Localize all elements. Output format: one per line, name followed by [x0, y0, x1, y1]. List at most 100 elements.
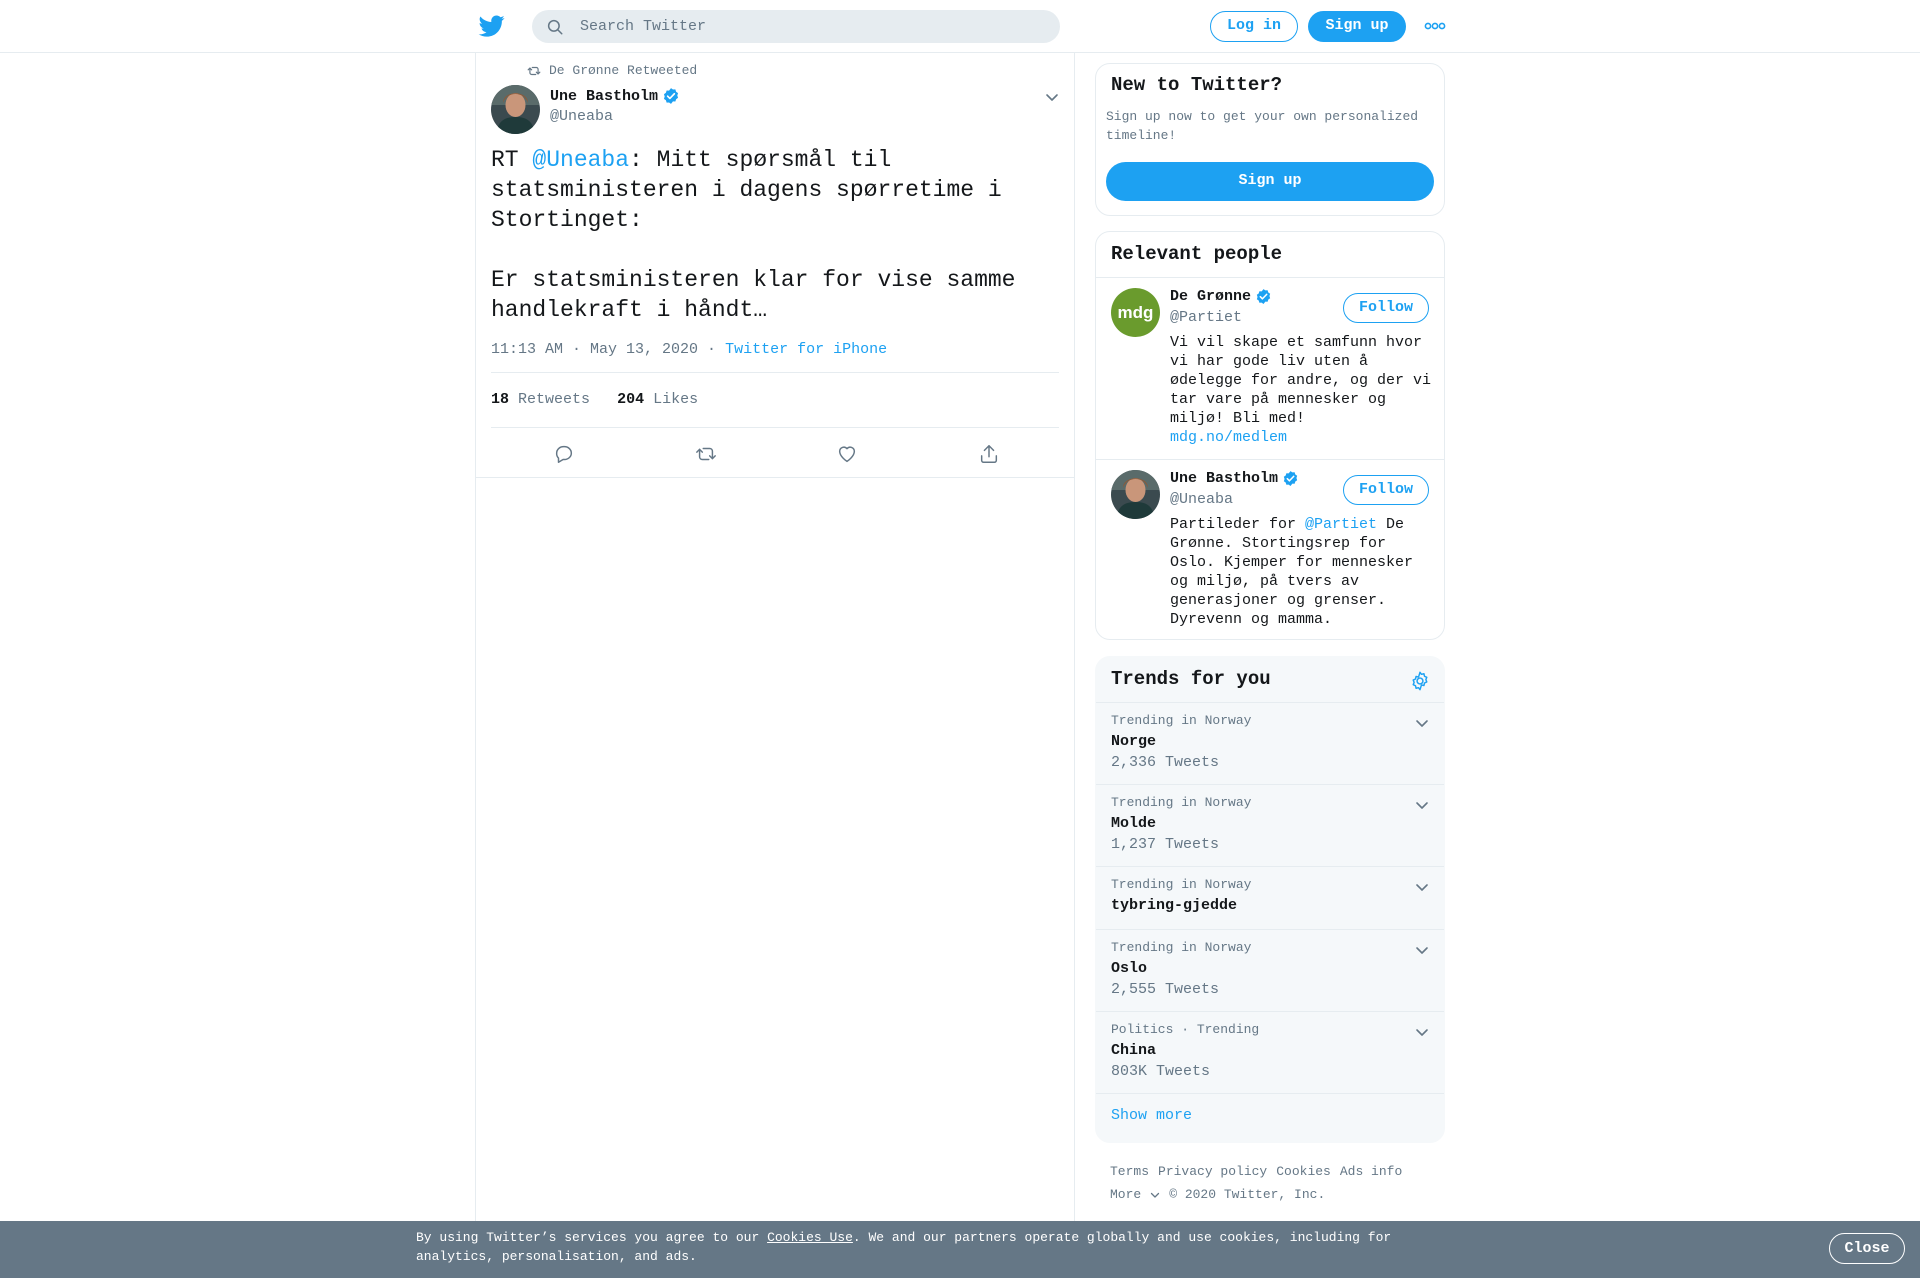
chevron-down-icon[interactable] [1150, 1190, 1160, 1200]
reply-icon[interactable] [553, 443, 575, 465]
person-name[interactable]: Une Bastholm [1170, 470, 1299, 487]
like-heart-icon[interactable] [836, 443, 858, 465]
login-button[interactable]: Log in [1210, 11, 1298, 42]
show-more-link[interactable]: Show more [1111, 1107, 1192, 1124]
settings-gear-icon[interactable] [1409, 670, 1431, 692]
footer-adsinfo-link[interactable]: Ads info [1340, 1164, 1402, 1179]
tweet-text-body: : Mitt spørsmål til statsministeren i da… [491, 147, 1016, 323]
relevant-people-title: Relevant people [1111, 243, 1283, 265]
footer-links: Terms Privacy policy Cookies Ads info More ©… [1110, 1160, 1450, 1206]
cookie-consent-bar: By using Twitter’s services you agree to… [0, 1221, 1920, 1278]
footer-more-link[interactable]: More [1110, 1187, 1160, 1202]
chevron-down-icon[interactable] [1414, 1024, 1430, 1040]
person-bio: Vi vil skape et samfunn hvor vi har gode… [1170, 333, 1432, 447]
trend-name[interactable]: Norge [1111, 733, 1156, 750]
person-card-uneaba[interactable]: Une Bastholm @Uneaba Follow Partileder f… [1096, 460, 1444, 639]
person-name[interactable]: De Grønne [1170, 288, 1272, 305]
tweet-text: RT @Uneaba: Mitt spørsmål til statsminis… [491, 145, 1051, 325]
trend-tweet-count: 2,555 Tweets [1111, 981, 1220, 998]
person-handle[interactable]: @Uneaba [1170, 491, 1233, 508]
tweet-detail-column: De Grønne Retweeted Une Bastholm @Uneaba… [475, 53, 1075, 1221]
chevron-down-icon[interactable] [1044, 89, 1060, 105]
signup-button[interactable]: Sign up [1308, 11, 1406, 42]
likes-label[interactable]: Likes [653, 391, 698, 408]
trend-item[interactable]: Trending in Norway Oslo 2,555 Tweets [1096, 930, 1444, 1012]
tweet-meta: 11:13 AM · May 13, 2020 · Twitter for iP… [491, 341, 887, 358]
follow-button[interactable]: Follow [1343, 475, 1429, 505]
more-options-icon[interactable] [1424, 20, 1446, 32]
sidebar-signup-button[interactable]: Sign up [1106, 162, 1434, 201]
search-bar[interactable] [532, 10, 1060, 43]
avatar-degronne[interactable]: mdg [1111, 288, 1160, 337]
trend-tweet-count: 1,237 Tweets [1111, 836, 1220, 853]
chevron-down-icon[interactable] [1414, 797, 1430, 813]
footer-terms-link[interactable]: Terms [1110, 1164, 1149, 1179]
retweet-small-icon [527, 66, 541, 75]
trend-context: Politics · Trending [1111, 1022, 1260, 1037]
search-input[interactable] [580, 10, 1040, 43]
cookie-text: By using Twitter’s services you agree to… [416, 1228, 1416, 1266]
retweets-label[interactable]: Retweets [518, 391, 590, 408]
trend-item[interactable]: Trending in Norway tybring-gjedde [1096, 867, 1444, 930]
tweet-mention-link[interactable]: @Uneaba [532, 147, 629, 173]
cookies-use-link[interactable]: Cookies Use [767, 1230, 853, 1245]
relevant-people-card: Relevant people mdg De Grønne @Partiet F… [1095, 231, 1445, 640]
retweets-count[interactable]: 18 [491, 391, 509, 408]
copyright: © 2020 Twitter, Inc. [1169, 1187, 1326, 1202]
bio-mention-link[interactable]: @Partiet [1305, 516, 1377, 533]
share-icon[interactable] [978, 443, 1000, 465]
person-handle[interactable]: @Partiet [1170, 309, 1242, 326]
retweet-icon[interactable] [695, 443, 717, 465]
footer-more-label[interactable]: More [1110, 1187, 1141, 1202]
bio-link[interactable]: mdg.no/medlem [1170, 429, 1287, 446]
footer-privacy-link[interactable]: Privacy policy [1158, 1164, 1267, 1179]
new-to-twitter-card: New to Twitter? Sign up now to get your … [1095, 63, 1445, 216]
trend-name[interactable]: China [1111, 1042, 1156, 1059]
trends-title: Trends for you [1111, 668, 1271, 690]
trend-item[interactable]: Politics · Trending China 803K Tweets [1096, 1012, 1444, 1094]
trend-item[interactable]: Trending in Norway Norge 2,336 Tweets [1096, 703, 1444, 785]
author-avatar[interactable] [491, 85, 540, 134]
author-name-text[interactable]: Une Bastholm [550, 88, 658, 105]
mdg-logo-text: mdg [1117, 302, 1154, 322]
search-icon [547, 19, 563, 35]
author-name[interactable]: Une Bastholm [550, 87, 680, 105]
divider [491, 427, 1059, 428]
trend-context: Trending in Norway [1111, 795, 1252, 810]
cookie-text-before: By using Twitter’s services you agree to… [416, 1230, 768, 1245]
tweet-timestamp[interactable]: 11:13 AM · May 13, 2020 [491, 341, 698, 358]
trend-tweet-count: 803K Tweets [1111, 1063, 1211, 1080]
trend-name[interactable]: Oslo [1111, 960, 1147, 977]
tweet-actions [476, 430, 1074, 478]
tweet-stats: 18 Retweets 204 Likes [491, 391, 698, 408]
top-navbar: Log in Sign up [0, 0, 1920, 53]
verified-badge-icon [663, 88, 679, 104]
trend-item[interactable]: Trending in Norway Molde 1,237 Tweets [1096, 785, 1444, 867]
cookie-close-button[interactable]: Close [1829, 1233, 1905, 1264]
tweet-source-link[interactable]: Twitter for iPhone [725, 341, 887, 358]
twitter-logo-icon[interactable] [478, 13, 506, 39]
avatar-uneaba[interactable] [1111, 470, 1160, 519]
trends-header: Trends for you [1096, 657, 1444, 703]
retweeted-by-text[interactable]: De Grønne Retweeted [549, 63, 697, 78]
chevron-down-icon[interactable] [1414, 879, 1430, 895]
author-handle[interactable]: @Uneaba [550, 108, 613, 125]
meta-separator: · [698, 341, 726, 358]
new-to-twitter-title: New to Twitter? [1111, 74, 1283, 96]
person-bio: Partileder for @Partiet De Grønne. Stort… [1170, 515, 1432, 629]
tweet-text-prefix: RT [491, 147, 533, 173]
person-bio-text: Vi vil skape et samfunn hvor vi har gode… [1170, 334, 1432, 427]
person-card-degronne[interactable]: mdg De Grønne @Partiet Follow Vi vil ska… [1096, 278, 1444, 460]
footer-cookies-link[interactable]: Cookies [1276, 1164, 1331, 1179]
chevron-down-icon[interactable] [1414, 942, 1430, 958]
retweeted-by-line: De Grønne Retweeted [527, 63, 697, 78]
trend-name[interactable]: Molde [1111, 815, 1156, 832]
follow-button[interactable]: Follow [1343, 293, 1429, 323]
likes-count[interactable]: 204 [617, 391, 644, 408]
person-name-text[interactable]: Une Bastholm [1170, 470, 1278, 487]
divider [491, 372, 1059, 373]
verified-badge-icon [1283, 471, 1298, 486]
chevron-down-icon[interactable] [1414, 715, 1430, 731]
trend-name[interactable]: tybring-gjedde [1111, 897, 1237, 914]
person-name-text[interactable]: De Grønne [1170, 288, 1251, 305]
